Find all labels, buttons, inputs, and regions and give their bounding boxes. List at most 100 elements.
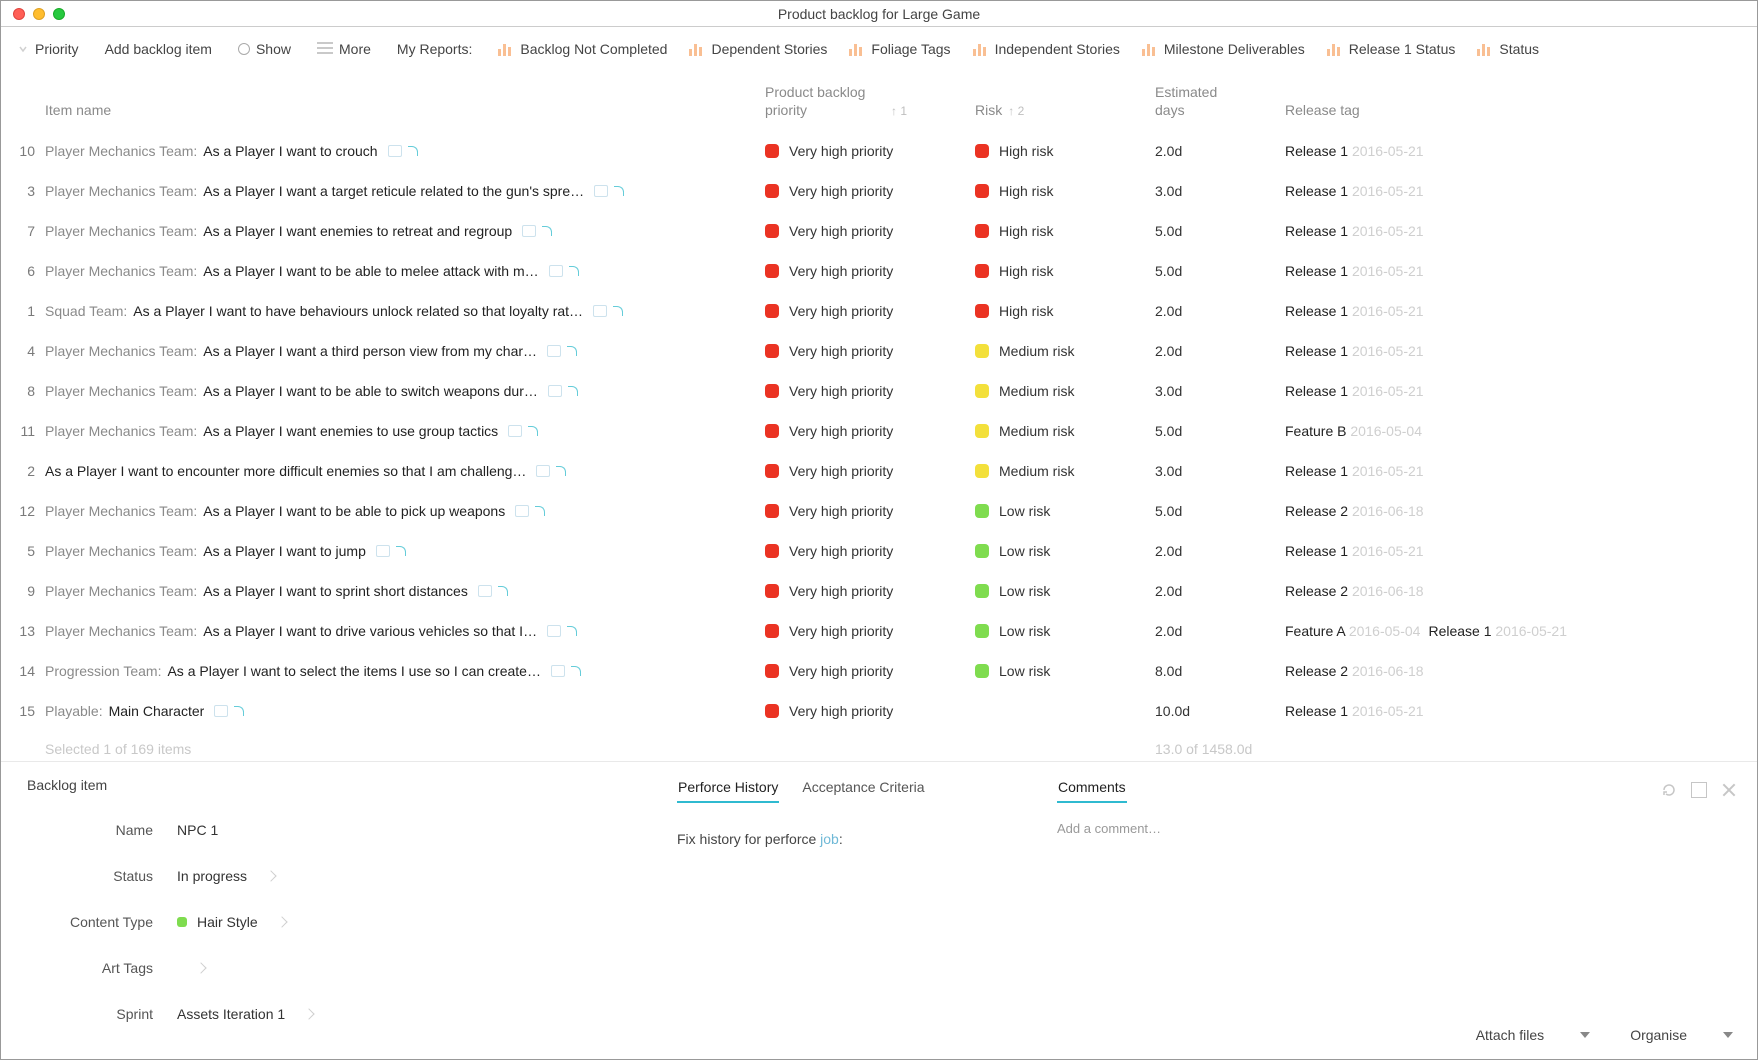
- expand-icon[interactable]: [1691, 782, 1707, 798]
- release-tag[interactable]: Feature A 2016-05-04: [1285, 623, 1420, 639]
- table-row[interactable]: 4Player Mechanics Team: As a Player I wa…: [1, 331, 1757, 371]
- card-icon: [522, 225, 536, 237]
- report-2[interactable]: Foliage Tags: [839, 37, 960, 61]
- close-icon[interactable]: [1721, 782, 1737, 798]
- days-cell: 3.0d: [1155, 463, 1285, 479]
- refresh-icon[interactable]: [1661, 782, 1677, 798]
- table-row[interactable]: 15Playable: Main CharacterVery high prio…: [1, 691, 1757, 731]
- more-button[interactable]: More: [307, 37, 381, 61]
- report-3[interactable]: Independent Stories: [963, 37, 1130, 61]
- priority-cell: Very high priority: [765, 703, 975, 719]
- priority-text: Very high priority: [789, 383, 893, 399]
- tags-cell: Feature B 2016-05-04: [1285, 423, 1745, 439]
- header-release[interactable]: Release tag: [1285, 101, 1745, 119]
- row-number: 6: [5, 263, 45, 279]
- risk-cell: Medium risk: [975, 383, 1155, 399]
- table-row[interactable]: 14Progression Team: As a Player I want t…: [1, 651, 1757, 691]
- add-comment-input[interactable]: Add a comment…: [1057, 821, 1737, 836]
- table-row[interactable]: 2As a Player I want to encounter more di…: [1, 451, 1757, 491]
- release-tag[interactable]: Release 2 2016-06-18: [1285, 503, 1424, 519]
- release-tag[interactable]: Release 1 2016-05-21: [1428, 623, 1567, 639]
- name-value[interactable]: NPC 1: [177, 822, 653, 838]
- sprint-value[interactable]: Assets Iteration 1: [177, 1006, 653, 1022]
- risk-cell: High risk: [975, 263, 1155, 279]
- risk-text: Medium risk: [999, 343, 1074, 359]
- release-tag[interactable]: Release 1 2016-05-21: [1285, 703, 1424, 719]
- table-row[interactable]: 1Squad Team: As a Player I want to have …: [1, 291, 1757, 331]
- report-4[interactable]: Milestone Deliverables: [1132, 37, 1315, 61]
- art-value[interactable]: [177, 964, 653, 972]
- risk-text: Low risk: [999, 583, 1050, 599]
- release-tag[interactable]: Release 1 2016-05-21: [1285, 143, 1424, 159]
- toolbar: Priority Add backlog item Show More My R…: [1, 27, 1757, 71]
- release-tag[interactable]: Release 1 2016-05-21: [1285, 223, 1424, 239]
- release-tag[interactable]: Release 1 2016-05-21: [1285, 543, 1424, 559]
- table-row[interactable]: 6Player Mechanics Team: As a Player I wa…: [1, 251, 1757, 291]
- header-days[interactable]: Estimated days: [1155, 83, 1285, 119]
- release-tag[interactable]: Release 1 2016-05-21: [1285, 263, 1424, 279]
- header-risk[interactable]: Risk ↑ 2: [975, 101, 1155, 119]
- header-item[interactable]: Item name: [45, 101, 765, 119]
- risk-dot: [975, 664, 989, 678]
- release-tag[interactable]: Release 2 2016-06-18: [1285, 663, 1424, 679]
- item-desc: As a Player I want to be able to switch …: [203, 383, 538, 399]
- item-desc: As a Player I want to jump: [203, 543, 366, 559]
- tags-cell: Release 1 2016-05-21: [1285, 263, 1745, 279]
- add-backlog-button[interactable]: Add backlog item: [95, 37, 222, 61]
- header-priority[interactable]: Product backlog priority ↑ 1: [765, 83, 975, 119]
- link-icon: [613, 306, 623, 316]
- priority-cell: Very high priority: [765, 383, 975, 399]
- days-cell: 2.0d: [1155, 583, 1285, 599]
- priority-dot: [765, 504, 779, 518]
- item-name: Squad Team: As a Player I want to have b…: [45, 303, 765, 319]
- tab-criteria[interactable]: Acceptance Criteria: [801, 777, 925, 803]
- days-summary: 13.0 of 1458.0d: [1155, 741, 1285, 757]
- priority-button[interactable]: Priority: [7, 37, 89, 61]
- table-row[interactable]: 8Player Mechanics Team: As a Player I wa…: [1, 371, 1757, 411]
- summary-row: Selected 1 of 169 items 13.0 of 1458.0d: [1, 731, 1757, 763]
- bars-icon: [1327, 42, 1343, 56]
- show-button[interactable]: Show: [228, 37, 301, 61]
- item-desc: As a Player I want to encounter more dif…: [45, 463, 526, 479]
- release-tag[interactable]: Feature B 2016-05-04: [1285, 423, 1422, 439]
- card-icon: [593, 305, 607, 317]
- table-row[interactable]: 5Player Mechanics Team: As a Player I wa…: [1, 531, 1757, 571]
- release-tag[interactable]: Release 1 2016-05-21: [1285, 303, 1424, 319]
- status-value[interactable]: In progress: [177, 868, 653, 884]
- table-row[interactable]: 11Player Mechanics Team: As a Player I w…: [1, 411, 1757, 451]
- table-row[interactable]: 10Player Mechanics Team: As a Player I w…: [1, 131, 1757, 171]
- report-1[interactable]: Dependent Stories: [679, 37, 837, 61]
- table-row[interactable]: 12Player Mechanics Team: As a Player I w…: [1, 491, 1757, 531]
- days-cell: 10.0d: [1155, 703, 1285, 719]
- tags-cell: Release 1 2016-05-21: [1285, 463, 1745, 479]
- release-tag[interactable]: Release 1 2016-05-21: [1285, 183, 1424, 199]
- report-5[interactable]: Release 1 Status: [1317, 37, 1466, 61]
- report-6[interactable]: Status: [1467, 37, 1549, 61]
- bars-icon: [1142, 42, 1158, 56]
- team-prefix: Player Mechanics Team:: [45, 423, 197, 439]
- release-tag[interactable]: Release 1 2016-05-21: [1285, 463, 1424, 479]
- ctype-value[interactable]: Hair Style: [177, 914, 653, 930]
- table-row[interactable]: 13Player Mechanics Team: As a Player I w…: [1, 611, 1757, 651]
- release-tag[interactable]: Release 2 2016-06-18: [1285, 583, 1424, 599]
- perforce-panel: Perforce History Acceptance Criteria Fix…: [677, 777, 1057, 1049]
- table-row[interactable]: 9Player Mechanics Team: As a Player I wa…: [1, 571, 1757, 611]
- priority-text: Very high priority: [789, 143, 893, 159]
- tab-comments[interactable]: Comments: [1057, 777, 1127, 803]
- release-tag[interactable]: Release 1 2016-05-21: [1285, 383, 1424, 399]
- tags-cell: Release 1 2016-05-21: [1285, 223, 1745, 239]
- perforce-link[interactable]: job: [820, 831, 839, 847]
- tab-perforce[interactable]: Perforce History: [677, 777, 779, 803]
- organise-button[interactable]: Organise: [1630, 1027, 1733, 1043]
- attach-files-button[interactable]: Attach files: [1476, 1027, 1590, 1043]
- table-row[interactable]: 3Player Mechanics Team: As a Player I wa…: [1, 171, 1757, 211]
- risk-dot: [975, 624, 989, 638]
- priority-dot: [765, 464, 779, 478]
- report-0[interactable]: Backlog Not Completed: [488, 37, 677, 61]
- item-desc: As a Player I want to be able to melee a…: [203, 263, 538, 279]
- table-row[interactable]: 7Player Mechanics Team: As a Player I wa…: [1, 211, 1757, 251]
- bars-icon: [689, 42, 705, 56]
- row-number: 14: [5, 663, 45, 679]
- release-tag[interactable]: Release 1 2016-05-21: [1285, 343, 1424, 359]
- priority-dot: [765, 664, 779, 678]
